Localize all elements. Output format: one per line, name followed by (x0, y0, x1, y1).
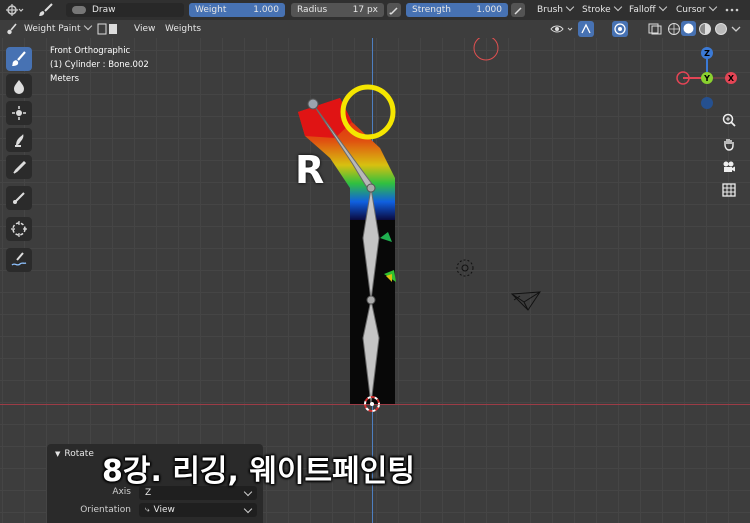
chevron-down-icon (565, 2, 575, 12)
mode-selector[interactable]: Weight Paint (24, 21, 92, 36)
view-menu[interactable]: View (134, 22, 155, 36)
weights-menu[interactable]: Weights (165, 22, 201, 36)
radius-label: Radius (297, 5, 328, 15)
brush-tool-icon[interactable] (38, 2, 54, 21)
smear-tool-button[interactable] (6, 128, 32, 152)
strength-field[interactable]: Strength 1.000 (406, 3, 508, 17)
navigation-gizmo[interactable]: Z X Y (672, 42, 742, 114)
chevron-down-icon (83, 21, 92, 31)
cursor-tool-button[interactable] (6, 217, 32, 241)
tool-header: Draw Weight 1.000 Radius 17 px Strength … (0, 0, 750, 20)
shading-rendered-icon[interactable] (714, 22, 728, 39)
bone-joint[interactable] (366, 295, 376, 305)
orientation-label: Orientation (80, 505, 131, 515)
weight-paint-mode-icon (6, 23, 18, 38)
bone-joint[interactable] (366, 183, 376, 193)
chevron-down-icon (708, 2, 717, 12)
gradient-tool-button[interactable] (6, 186, 32, 210)
chevron-down-icon (658, 2, 667, 12)
gizmo-x-label: X (728, 74, 735, 83)
brush-menu[interactable]: Brush (537, 2, 575, 17)
options-menu-icon[interactable] (724, 5, 744, 18)
3d-cursor (370, 402, 374, 406)
cursor-menu[interactable]: Cursor (676, 2, 717, 17)
strength-pressure-icon[interactable] (511, 3, 525, 17)
annotation-letter: R (295, 148, 325, 192)
draw-tool-button[interactable] (6, 47, 32, 71)
average-tool-button[interactable] (6, 101, 32, 125)
brush-preview-icon (72, 5, 86, 14)
camera-view-icon[interactable] (719, 157, 739, 177)
annotate-tool-button[interactable] (6, 248, 32, 272)
brush-name: Draw (92, 5, 116, 15)
weight-field[interactable]: Weight 1.000 (189, 3, 285, 17)
highlight-circle (340, 84, 396, 140)
video-caption: 8강. 리깅, 웨이트페인팅 (102, 454, 415, 489)
radius-pressure-icon[interactable] (387, 3, 401, 17)
view-object-types-icon[interactable] (550, 22, 576, 39)
orientation-select[interactable]: ⤷ View (139, 503, 257, 517)
strength-value: 1.000 (476, 5, 502, 15)
perspective-grid-icon[interactable] (719, 180, 739, 200)
gizmo-y-label: Y (703, 74, 710, 83)
collapse-triangle-icon: ▼ (55, 450, 61, 458)
radius-value: 17 px (352, 5, 378, 15)
weight-label: Weight (195, 5, 227, 15)
panel-header[interactable]: ▼ Rotate (55, 449, 94, 459)
stroke-menu[interactable]: Stroke (582, 2, 622, 17)
brush-cursor-circle (473, 38, 499, 61)
shading-solid-icon[interactable] (681, 21, 696, 36)
radius-field[interactable]: Radius 17 px (291, 3, 384, 17)
falloff-menu[interactable]: Falloff (629, 2, 667, 17)
gizmo-toggle-icon[interactable] (578, 21, 594, 37)
chevron-down-icon (613, 2, 622, 12)
shading-material-icon[interactable] (698, 22, 712, 39)
viewport-header: Weight Paint View Weights (0, 20, 750, 38)
gizmo-z-label: Z (704, 49, 710, 58)
bone-joint[interactable] (307, 98, 319, 110)
zoom-icon[interactable] (719, 110, 739, 130)
xray-toggle-icon[interactable] (648, 23, 662, 38)
light-object[interactable] (461, 264, 469, 272)
panel-title: Rotate (64, 449, 94, 459)
shading-wireframe-icon[interactable] (667, 22, 681, 39)
light-object[interactable] (456, 259, 474, 277)
mask-toggle-icon[interactable] (97, 23, 119, 35)
camera-object[interactable] (510, 291, 541, 311)
pan-hand-icon[interactable] (719, 134, 739, 154)
shading-options-icon[interactable] (730, 24, 742, 37)
chevron-down-icon (243, 504, 253, 514)
blur-tool-button[interactable] (6, 74, 32, 98)
overlays-toggle-icon[interactable] (612, 21, 628, 37)
brush-selector[interactable]: Draw (66, 3, 184, 17)
weight-value: 1.000 (253, 5, 279, 15)
editor-type-icon[interactable] (6, 3, 24, 20)
orientation-value: View (153, 505, 175, 515)
orientation-icon: ⤷ (145, 505, 150, 514)
strength-label: Strength (412, 5, 451, 15)
sample-weight-tool-button[interactable] (6, 155, 32, 179)
